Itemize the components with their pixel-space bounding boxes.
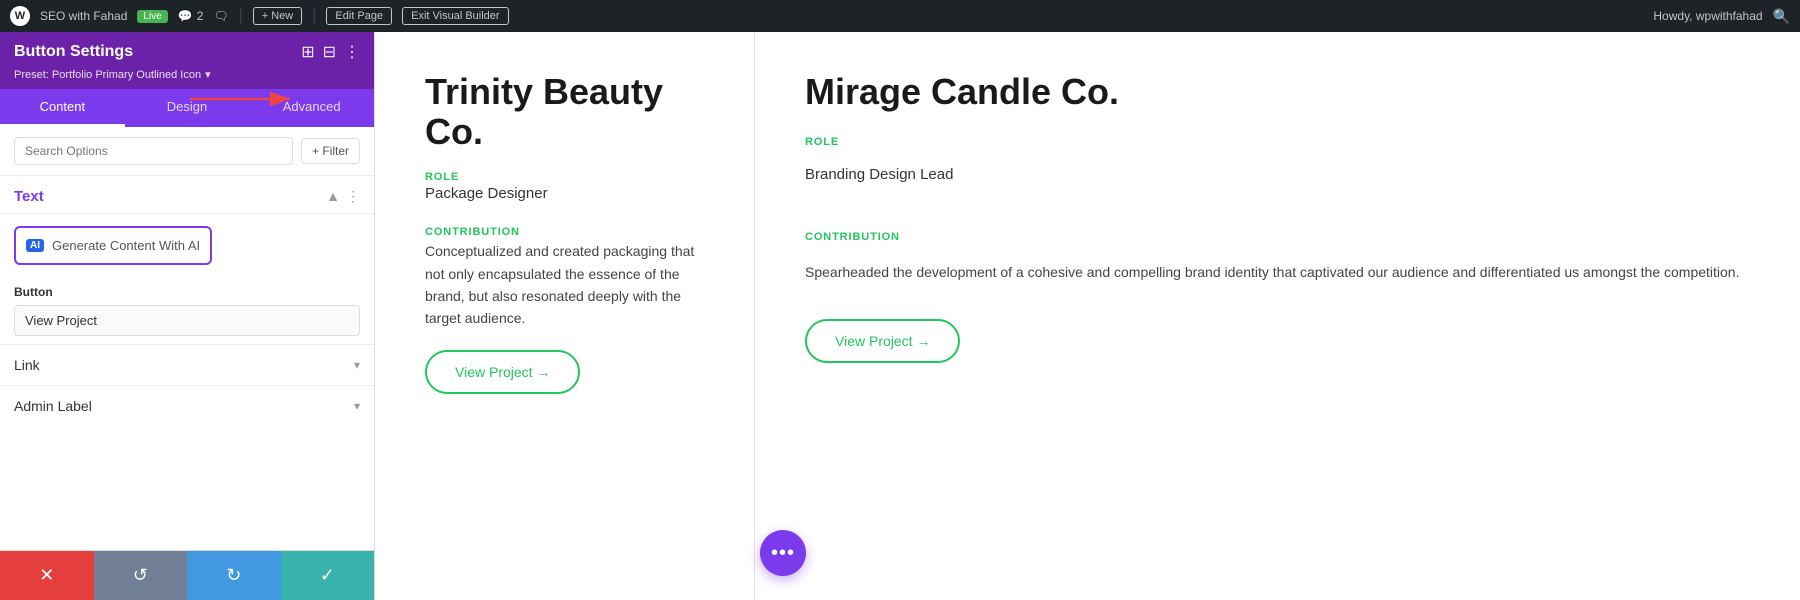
- partial-contribution-text: Conceptualized and created packaging tha…: [425, 240, 704, 330]
- search-options-input[interactable]: [14, 137, 293, 165]
- save-button[interactable]: ✓: [281, 551, 375, 600]
- admin-bar-left: W SEO with Fahad Live 💬 2 🗨 | + New | Ed…: [10, 6, 1641, 26]
- undo-button[interactable]: ↺: [94, 551, 188, 600]
- layout: Button Settings ⊞ ⊟ ⋮ Preset: Portfolio …: [0, 32, 1800, 600]
- panel-title: Button Settings: [14, 43, 133, 61]
- wp-logo-icon[interactable]: W: [10, 6, 30, 26]
- ai-generate-label: Generate Content With AI: [52, 238, 200, 253]
- more-options-icon[interactable]: ⋮: [344, 42, 360, 62]
- admin-label-header[interactable]: Admin Label ▾: [0, 386, 374, 426]
- button-section: Button: [0, 277, 374, 344]
- mirage-company-name: Mirage Candle Co.: [805, 72, 1750, 112]
- partial-role-value: Package Designer: [425, 185, 704, 202]
- button-text-input[interactable]: [14, 305, 360, 336]
- ai-generate-button[interactable]: AI Generate Content With AI: [14, 226, 212, 265]
- section-menu-icon[interactable]: ⋮: [346, 188, 360, 205]
- panel-footer: ✕ ↺ ↻ ✓: [0, 550, 374, 600]
- divider2: |: [312, 7, 316, 25]
- link-section: Link ▾: [0, 344, 374, 385]
- divider: |: [239, 7, 243, 25]
- partial-card: Trinity Beauty Co. ROLE Package Designer…: [375, 32, 755, 600]
- site-name[interactable]: SEO with Fahad: [40, 9, 127, 23]
- card-mirage: Mirage Candle Co. ROLE Branding Design L…: [755, 32, 1800, 600]
- panel-header: Button Settings ⊞ ⊟ ⋮ Preset: Portfolio …: [0, 32, 374, 89]
- search-icon[interactable]: 🔍: [1773, 8, 1790, 25]
- filter-button[interactable]: + Filter: [301, 138, 360, 164]
- text-section-header: Text ▲ ⋮: [0, 176, 374, 214]
- partial-view-project-button[interactable]: View Project →: [425, 350, 580, 394]
- live-badge: Live: [137, 10, 167, 23]
- panel-preset[interactable]: Preset: Portfolio Primary Outlined Icon …: [14, 68, 360, 81]
- admin-bar: W SEO with Fahad Live 💬 2 🗨 | + New | Ed…: [0, 0, 1800, 32]
- comment-icon[interactable]: 🗨: [213, 9, 228, 23]
- mirage-role-label: ROLE: [805, 136, 1750, 148]
- fab-button[interactable]: •••: [760, 530, 806, 576]
- link-chevron-icon: ▾: [354, 358, 360, 372]
- mirage-contribution-text: Spearheaded the development of a cohesiv…: [805, 261, 1750, 283]
- link-section-header[interactable]: Link ▾: [0, 345, 374, 385]
- howdy-text: Howdy, wpwithfahad: [1653, 9, 1762, 23]
- mirage-contribution-label: CONTRIBUTION: [805, 231, 1750, 243]
- redo-button[interactable]: ↻: [187, 551, 281, 600]
- red-arrow-annotation: [185, 84, 305, 114]
- partial-role-label: ROLE: [425, 171, 704, 183]
- panel-header-top: Button Settings ⊞ ⊟ ⋮: [14, 42, 360, 62]
- fab-dots-icon: •••: [771, 542, 795, 565]
- mirage-view-project-button[interactable]: View Project →: [805, 319, 960, 363]
- admin-label-section: Admin Label ▾: [0, 385, 374, 426]
- comment-count[interactable]: 💬 2: [178, 9, 204, 23]
- grid-large-icon[interactable]: ⊟: [323, 42, 336, 62]
- partial-company-name: Trinity Beauty Co.: [425, 72, 704, 151]
- panel-content: Text ▲ ⋮ AI Generate Content With AI But…: [0, 176, 374, 550]
- panel-header-icons: ⊞ ⊟ ⋮: [301, 42, 360, 62]
- exit-visual-builder-button[interactable]: Exit Visual Builder: [402, 7, 508, 25]
- link-section-title: Link: [14, 357, 40, 373]
- ai-icon: AI: [26, 239, 44, 252]
- admin-bar-right: Howdy, wpwithfahad 🔍: [1653, 8, 1790, 25]
- admin-label-title: Admin Label: [14, 398, 92, 414]
- button-settings-panel: Button Settings ⊞ ⊟ ⋮ Preset: Portfolio …: [0, 32, 375, 600]
- panel-search-area: + Filter: [0, 127, 374, 176]
- collapse-icon[interactable]: ▲: [326, 188, 340, 205]
- edit-page-button[interactable]: Edit Page: [326, 7, 392, 25]
- partial-contribution-label: CONTRIBUTION: [425, 226, 704, 238]
- plus-new-button[interactable]: + New: [253, 7, 303, 25]
- tab-content[interactable]: Content: [0, 89, 125, 127]
- grid-small-icon[interactable]: ⊞: [301, 42, 314, 62]
- admin-label-chevron-icon: ▾: [354, 399, 360, 413]
- section-controls: ▲ ⋮: [326, 188, 360, 205]
- button-section-label: Button: [14, 285, 360, 299]
- cards-container: Mirage Candle Co. ROLE Branding Design L…: [755, 32, 1800, 600]
- cancel-button[interactable]: ✕: [0, 551, 94, 600]
- main-content: Trinity Beauty Co. ROLE Package Designer…: [375, 32, 1800, 600]
- mirage-role-value: Branding Design Lead: [805, 166, 1750, 183]
- text-section-title: Text: [14, 188, 44, 205]
